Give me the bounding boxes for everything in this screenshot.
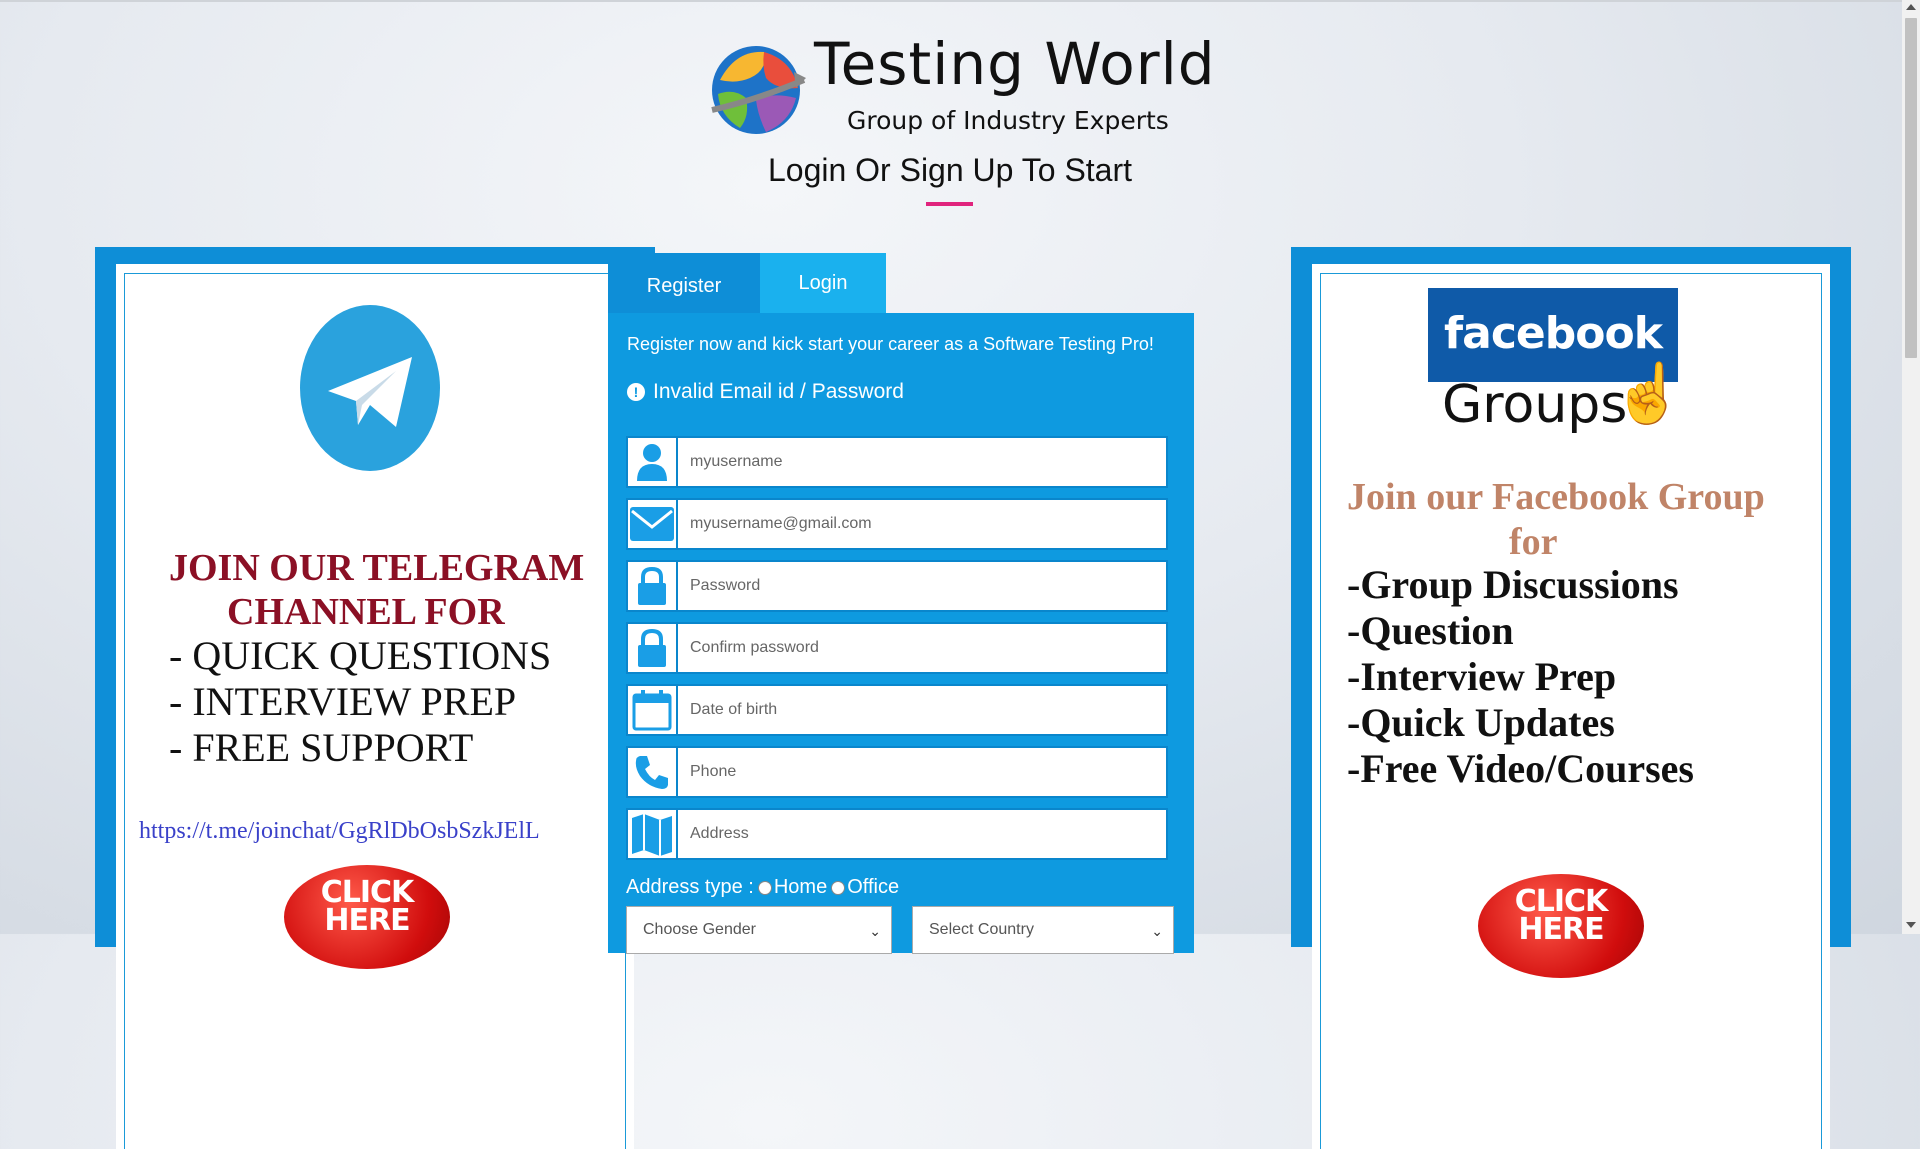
confirm-password-field (626, 622, 1168, 674)
lock-icon (628, 562, 678, 610)
gender-select-value: Choose Gender (643, 921, 756, 938)
brand-subtitle: Group of Industry Experts (847, 106, 1169, 135)
calendar-icon (628, 686, 678, 734)
click-here-label: CLICK HERE (1514, 884, 1609, 947)
facebook-logo-text: facebook (1444, 308, 1663, 359)
title-underline (926, 202, 973, 206)
confirm-password-input[interactable] (680, 624, 1162, 672)
phone-icon (628, 748, 678, 796)
pointer-hand-icon: ☝ (1612, 361, 1685, 426)
telegram-card: JOIN OUR TELEGRAM CHANNEL FOR - QUICK QU… (116, 264, 634, 1149)
username-field (626, 436, 1168, 488)
country-select[interactable]: Select Country ⌄ (912, 906, 1174, 954)
gender-select[interactable]: Choose Gender ⌄ (626, 906, 892, 954)
chevron-down-icon: ⌄ (1151, 923, 1163, 939)
form-intro-text: Register now and kick start your career … (627, 334, 1154, 354)
tab-login[interactable]: Login (760, 253, 886, 313)
telegram-icon[interactable] (300, 305, 440, 471)
top-border (0, 0, 1920, 2)
home-radio-label[interactable]: Home (774, 876, 827, 899)
scrollbar-thumb[interactable] (1905, 18, 1917, 358)
facebook-card: facebook Groups ☝ Join our Facebook Grou… (1312, 264, 1830, 1149)
facebook-groups-text: Groups (1442, 375, 1628, 435)
register-form: Register now and kick start your career … (608, 313, 1194, 954)
scroll-down-arrow-icon[interactable] (1906, 922, 1916, 928)
username-input[interactable] (680, 438, 1162, 486)
office-radio[interactable] (831, 880, 846, 895)
lock-icon (628, 624, 678, 672)
click-here-label: CLICK HERE (320, 875, 415, 938)
address-input[interactable] (680, 810, 1162, 858)
facebook-heading: Join our Facebook Group (1347, 476, 1765, 518)
brand-title: Testing World (814, 30, 1216, 98)
tab-register[interactable]: Register (608, 253, 760, 315)
password-input[interactable] (680, 562, 1162, 610)
facebook-item: -Free Video/Courses (1347, 746, 1694, 791)
facebook-item: -Group Discussions (1347, 562, 1679, 607)
testing-world-logo (711, 46, 806, 134)
map-icon (628, 810, 678, 858)
address-type-label: Address type : (626, 876, 754, 898)
address-field (626, 808, 1168, 860)
telegram-heading-line2: CHANNEL FOR (227, 591, 505, 633)
telegram-item: - QUICK QUESTIONS (169, 633, 552, 678)
country-select-value: Select Country (929, 921, 1034, 938)
email-input[interactable] (680, 500, 1162, 548)
envelope-icon (628, 500, 678, 548)
home-radio[interactable] (757, 880, 772, 895)
facebook-item: -Interview Prep (1347, 654, 1617, 699)
office-radio-label[interactable]: Office (847, 876, 899, 899)
password-field (626, 560, 1168, 612)
phone-input[interactable] (680, 748, 1162, 796)
scroll-up-arrow-icon[interactable] (1906, 4, 1916, 10)
telegram-item: - INTERVIEW PREP (169, 679, 517, 724)
telegram-link[interactable]: https://t.me/joinchat/GgRlDbOsbSzkJElL (139, 818, 540, 845)
email-field (626, 498, 1168, 550)
page-scrollbar[interactable] (1902, 0, 1920, 934)
telegram-panel: JOIN OUR TELEGRAM CHANNEL FOR - QUICK QU… (95, 247, 655, 1149)
error-text: Invalid Email id / Password (653, 380, 904, 403)
facebook-panel: facebook Groups ☝ Join our Facebook Grou… (1291, 247, 1851, 1149)
page-title: Login Or Sign Up To Start (767, 152, 1133, 188)
dob-field (626, 684, 1168, 736)
chevron-down-icon: ⌄ (869, 923, 881, 939)
user-icon (628, 438, 678, 486)
telegram-item: - FREE SUPPORT (169, 725, 474, 770)
facebook-heading-for: for (1509, 521, 1558, 563)
phone-field (626, 746, 1168, 798)
address-type-group: Address type : Home Office (626, 876, 899, 899)
error-message: ! Invalid Email id / Password (627, 380, 904, 404)
telegram-heading-line1: JOIN OUR TELEGRAM (169, 547, 585, 589)
facebook-item: -Quick Updates (1347, 700, 1615, 745)
facebook-item: -Question (1347, 608, 1514, 653)
dob-input[interactable] (680, 686, 1162, 734)
facebook-click-here-button[interactable]: CLICK HERE (1466, 866, 1656, 986)
exclamation-icon: ! (627, 383, 645, 401)
telegram-click-here-button[interactable]: CLICK HERE (272, 857, 462, 977)
